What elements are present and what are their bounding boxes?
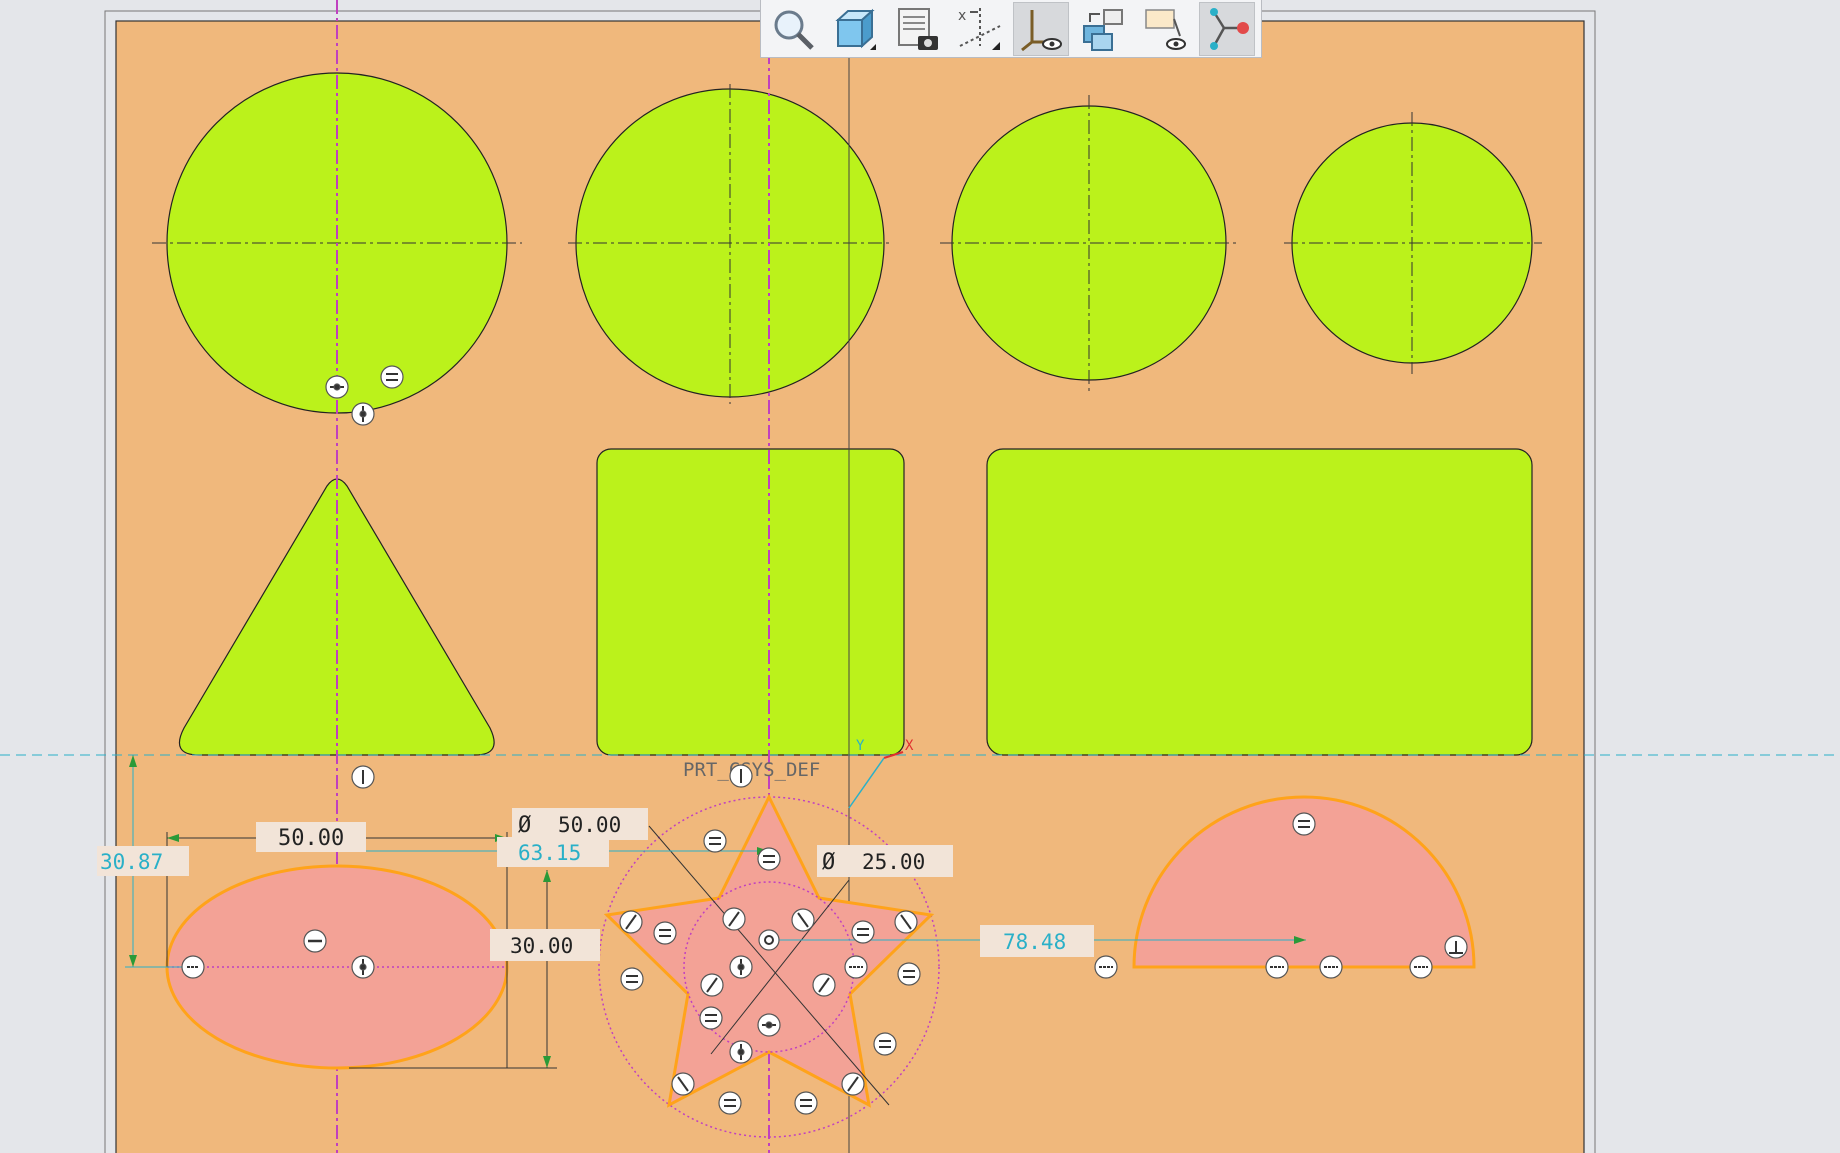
equal-constraint-icon <box>620 967 644 991</box>
datum-display-button[interactable]: x <box>951 2 1007 56</box>
horizontal-constraint-icon <box>1094 955 1118 979</box>
equal-constraint-icon <box>380 365 404 389</box>
svg-text:30.00: 30.00 <box>510 934 573 958</box>
equal-constraint-icon <box>718 1091 742 1115</box>
annotation-display-button[interactable] <box>1137 2 1193 56</box>
equal-constraint-icon <box>851 920 875 944</box>
spin-center-button[interactable] <box>1075 2 1131 56</box>
tangent-constraint-icon <box>894 910 918 934</box>
csys-x-label: X <box>905 738 914 754</box>
sketch-canvas[interactable]: Y X PRT_CSYS_DEF 50.00 30.87 63.15 Ø 50.… <box>0 0 1840 1153</box>
dim-vertical-offset[interactable]: 30.87 <box>97 846 189 876</box>
point-on-line-icon <box>729 1040 753 1064</box>
display-style-button[interactable] <box>827 2 883 56</box>
magnifier-icon <box>774 10 814 50</box>
vertical-constraint-icon <box>351 765 375 789</box>
equal-constraint-icon <box>794 1091 818 1115</box>
svg-text:50.00: 50.00 <box>558 813 621 837</box>
rectangle-shape-1[interactable] <box>596 448 905 756</box>
center-point-icon <box>758 929 780 951</box>
graphics-toolbar: x <box>760 0 1262 58</box>
svg-text:50.00: 50.00 <box>278 826 344 851</box>
equal-constraint-icon <box>703 829 727 853</box>
tangent-constraint-icon <box>841 1072 865 1096</box>
svg-text:Ø: Ø <box>518 813 531 838</box>
horizontal-constraint-icon <box>1319 955 1343 979</box>
dim-ellipse-width[interactable]: 50.00 <box>256 822 366 852</box>
sketch-display-button[interactable] <box>1199 1 1255 56</box>
tangent-constraint-icon <box>671 1072 695 1096</box>
equal-constraint-icon <box>653 921 677 945</box>
svg-text:Ø: Ø <box>822 850 835 875</box>
tangent-constraint-icon <box>812 973 836 997</box>
point-on-line-icon <box>729 955 753 979</box>
refit-zoom-button[interactable] <box>765 2 821 56</box>
perpendicular-constraint-icon <box>1444 935 1468 959</box>
horizontal-constraint-icon <box>181 955 205 979</box>
sheet-camera-icon <box>898 7 938 50</box>
svg-text:63.15: 63.15 <box>518 841 581 865</box>
tangent-constraint-icon <box>722 907 746 931</box>
csys-y-label: Y <box>856 738 865 754</box>
equal-constraint-icon <box>873 1032 897 1056</box>
equal-constraint-icon <box>757 847 781 871</box>
tangent-constraint-icon <box>791 908 815 932</box>
dim-center-distance[interactable]: 63.15 <box>497 837 609 867</box>
midpoint-constraint-icon <box>325 375 349 399</box>
datum-axes-icon: x <box>958 7 1001 50</box>
equal-constraint-icon <box>897 962 921 986</box>
saved-views-button[interactable] <box>889 2 945 56</box>
dim-ellipse-height[interactable]: 30.00 <box>490 929 600 961</box>
horizontal-constraint-icon <box>303 929 327 953</box>
csys-display-button[interactable] <box>1013 1 1069 56</box>
svg-text:25.00: 25.00 <box>862 850 925 874</box>
point-on-line-icon <box>351 402 375 426</box>
svg-text:78.48: 78.48 <box>1003 930 1066 954</box>
cube-icon <box>835 8 876 50</box>
annotation-eye-icon <box>1145 8 1186 50</box>
sketch-nodes-icon <box>1210 7 1249 50</box>
midpoint-constraint-icon <box>757 1013 781 1037</box>
tangent-constraint-icon <box>700 973 724 997</box>
equal-constraint-icon <box>1292 812 1316 836</box>
svg-text:30.87: 30.87 <box>100 850 163 874</box>
vertical-constraint-icon <box>729 764 753 788</box>
view-manager-icon <box>1083 8 1123 51</box>
dim-outer-diameter[interactable]: Ø 50.00 <box>512 808 648 840</box>
dim-inner-diameter[interactable]: Ø 25.00 <box>817 845 953 877</box>
equal-constraint-icon <box>699 1006 723 1030</box>
dim-semicircle-distance[interactable]: 78.48 <box>980 925 1094 957</box>
point-on-line-icon <box>351 955 375 979</box>
tangent-constraint-icon <box>619 910 643 934</box>
horizontal-constraint-icon <box>1409 955 1433 979</box>
coordinate-system-icon <box>1021 9 1062 51</box>
svg-text:x: x <box>958 8 966 24</box>
rectangle-shape-2[interactable] <box>986 448 1533 756</box>
horizontal-constraint-icon <box>1265 955 1289 979</box>
horizontal-constraint-icon <box>844 955 868 979</box>
